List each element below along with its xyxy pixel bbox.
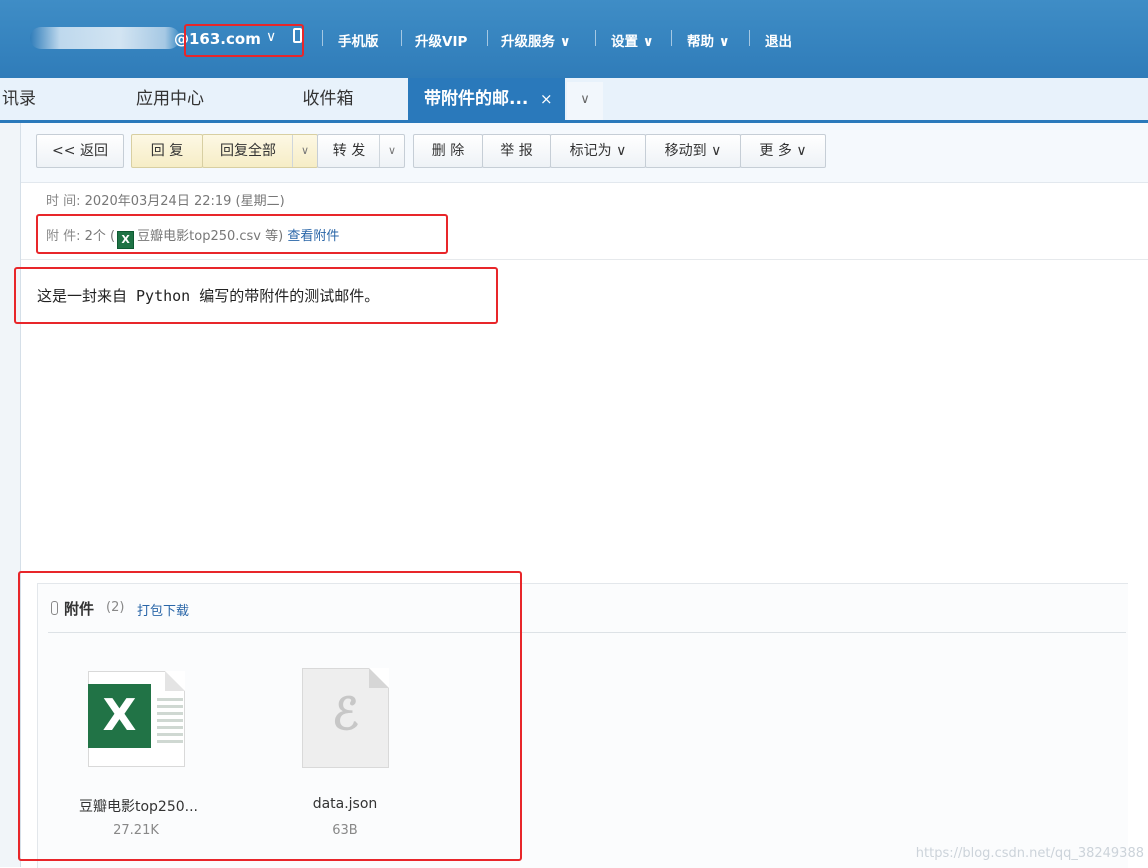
back-button[interactable]: << 返回 bbox=[36, 134, 124, 168]
attachment-name[interactable]: data.json bbox=[295, 796, 395, 812]
attachments-count: (2) bbox=[106, 600, 125, 615]
separator bbox=[749, 30, 750, 46]
chevron-down-icon[interactable]: ∨ bbox=[379, 135, 404, 167]
file-logo: ℰ bbox=[332, 689, 359, 740]
attachments-panel bbox=[37, 583, 1128, 868]
tab-inbox[interactable]: 收件箱 bbox=[250, 78, 406, 120]
nav-logout[interactable]: 退出 bbox=[765, 30, 792, 50]
reply-button[interactable]: 回 复 bbox=[131, 134, 203, 168]
account-chevron-icon[interactable]: ∨ bbox=[266, 29, 276, 45]
nav-help[interactable]: 帮助 ∨ bbox=[687, 30, 730, 50]
report-button[interactable]: 举 报 bbox=[482, 134, 551, 168]
chevron-down-icon[interactable]: ∨ bbox=[292, 135, 317, 167]
excel-file-icon: X bbox=[88, 671, 185, 767]
page-fold bbox=[369, 668, 389, 688]
separator bbox=[487, 30, 488, 46]
download-all-link[interactable]: 打包下载 bbox=[137, 600, 189, 619]
move-to-button[interactable]: 移动到 ∨ bbox=[645, 134, 741, 168]
nav-upgrade-service[interactable]: 升级服务 ∨ bbox=[501, 30, 571, 50]
mail-body-text: 这是一封来自 Python 编写的带附件的测试邮件。 bbox=[37, 287, 380, 305]
close-icon[interactable]: × bbox=[540, 78, 553, 120]
more-button[interactable]: 更 多 ∨ bbox=[740, 134, 826, 168]
view-attachments-link[interactable]: 查看附件 bbox=[287, 229, 339, 244]
paperclip-icon bbox=[51, 601, 58, 615]
forward-label: 转 发 bbox=[332, 143, 366, 159]
generic-file-icon: ℰ bbox=[302, 668, 389, 768]
nav-upgrade-vip[interactable]: 升级VIP bbox=[415, 30, 467, 50]
excel-logo: X bbox=[88, 684, 151, 748]
watermark: https://blog.csdn.net/qq_38249388 bbox=[915, 846, 1144, 861]
attachment-filename: 豆瓣电影top250.csv 等) bbox=[137, 229, 284, 244]
page-fold bbox=[165, 671, 185, 691]
attachment-count: 2个 ( bbox=[84, 229, 116, 244]
divider bbox=[21, 259, 1148, 260]
account-name-blurred[interactable] bbox=[30, 27, 180, 49]
separator bbox=[322, 30, 323, 46]
account-domain[interactable]: @163.com bbox=[174, 30, 261, 48]
attachment-size: 27.21K bbox=[113, 823, 159, 838]
nav-mobile[interactable]: 手机版 bbox=[338, 30, 379, 50]
separator bbox=[401, 30, 402, 46]
attachments-title: 附件 bbox=[64, 600, 95, 618]
attachment-file-csv[interactable]: X bbox=[88, 671, 188, 767]
tab-more-chevron-icon[interactable]: ∨ bbox=[567, 82, 603, 120]
left-panel-edge bbox=[0, 123, 21, 867]
excel-icon: X bbox=[117, 231, 135, 249]
mail-attachment-row: 附 件: 2个 (X 豆瓣电影top250.csv 等) 查看附件 bbox=[46, 225, 339, 249]
time-label: 时 间: bbox=[46, 194, 81, 209]
attachment-name[interactable]: 豆瓣电影top250... bbox=[56, 796, 221, 816]
tab-active-mail[interactable]: 带附件的邮... × bbox=[408, 78, 565, 120]
separator bbox=[595, 30, 596, 46]
mail-time-row: 时 间: 2020年03月24日 22:19 (星期二) bbox=[46, 190, 285, 209]
time-value: 2020年03月24日 22:19 (星期二) bbox=[84, 194, 285, 209]
tab-contacts[interactable]: 讯录 bbox=[0, 78, 92, 120]
tab-active-label: 带附件的邮... bbox=[424, 89, 529, 109]
delete-button[interactable]: 删 除 bbox=[413, 134, 483, 168]
sheet-lines bbox=[157, 698, 183, 747]
reply-all-button[interactable]: 回复全部 ∨ bbox=[202, 134, 318, 168]
divider bbox=[48, 632, 1126, 633]
attachment-size: 63B bbox=[332, 823, 358, 838]
forward-button[interactable]: 转 发 ∨ bbox=[317, 134, 405, 168]
attachment-label: 附 件: bbox=[46, 229, 81, 244]
nav-settings[interactable]: 设置 ∨ bbox=[611, 30, 654, 50]
phone-icon[interactable] bbox=[293, 28, 302, 43]
reply-all-label: 回复全部 bbox=[220, 143, 276, 159]
tab-app-center[interactable]: 应用中心 bbox=[92, 78, 248, 120]
separator bbox=[671, 30, 672, 46]
attachment-file-json[interactable]: ℰ bbox=[302, 668, 402, 768]
mark-as-button[interactable]: 标记为 ∨ bbox=[550, 134, 646, 168]
